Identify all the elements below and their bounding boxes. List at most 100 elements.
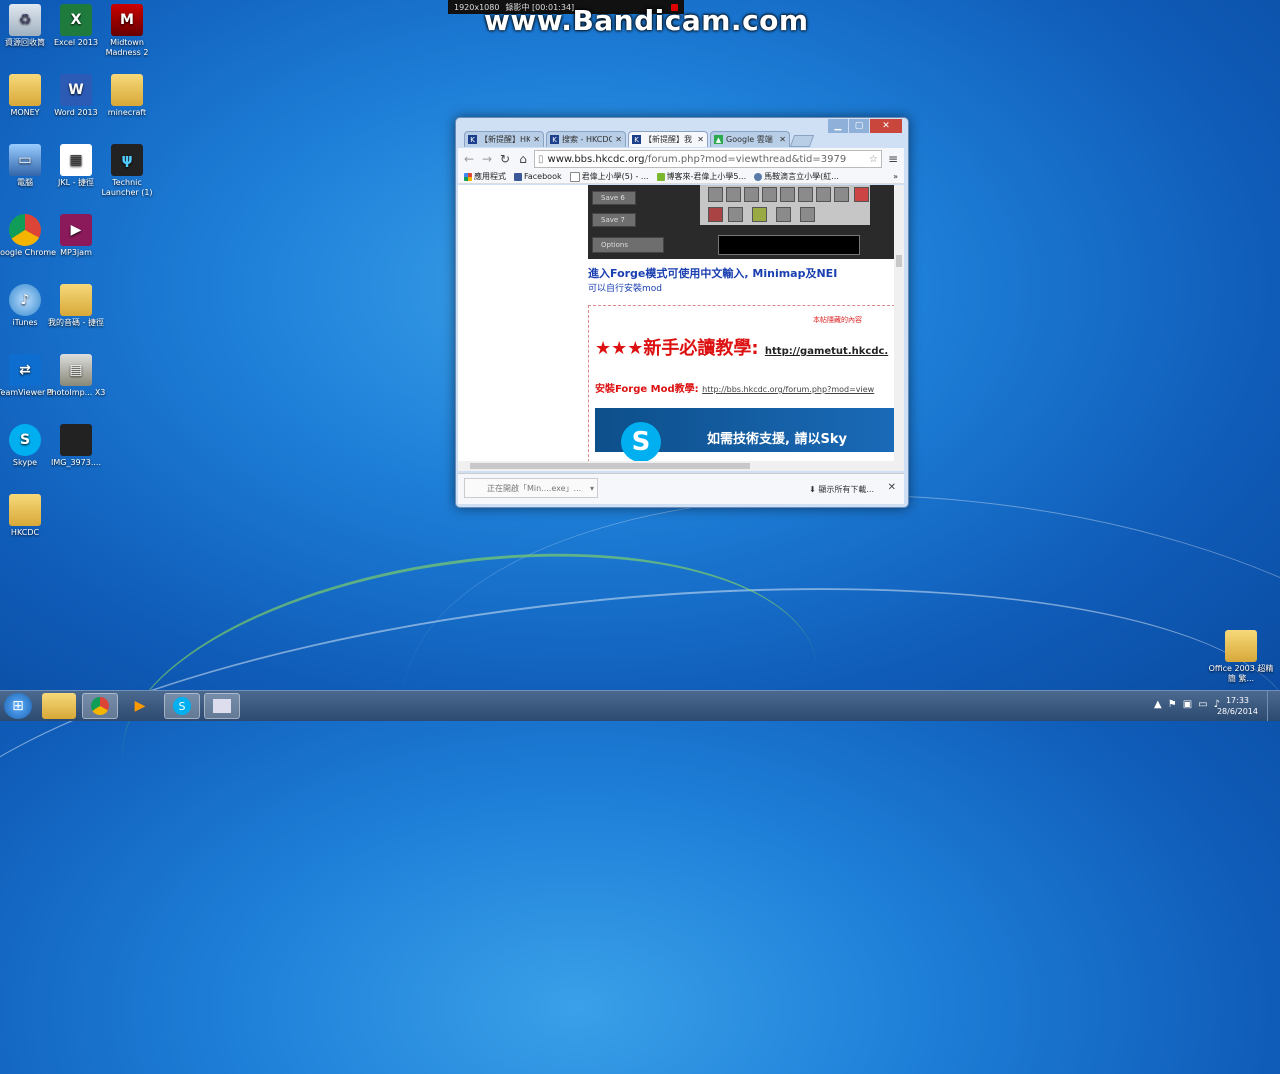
horizontal-scrollbar[interactable] (458, 461, 904, 471)
url-path: /forum.php?mod=viewthread&tid=3979 (644, 153, 847, 165)
mc-text-box (718, 235, 860, 255)
photoimpact-icon: ▤ (60, 354, 92, 386)
flag-icon[interactable]: ⚑ (1168, 699, 1177, 710)
desktop-icon[interactable]: Office 2003 超精簡 繁... (1208, 630, 1274, 684)
tab[interactable]: ▲ Google 雲端 ✕ (710, 131, 790, 147)
icon-label: IMG_3973.... (51, 458, 101, 467)
desktop-icon[interactable]: IMG_3973.... (43, 424, 109, 468)
icon-label: minecraft (107, 108, 147, 117)
icon-label: HKCDC (10, 528, 40, 537)
mc-options-button: Options (592, 237, 664, 253)
new-tab-button[interactable] (789, 135, 815, 147)
forward-arrow-icon[interactable]: → (480, 152, 494, 166)
reload-icon[interactable]: ↻ (498, 152, 512, 166)
bookmark-item[interactable]: 君偉上小學(5) - ... (569, 171, 649, 182)
close-icon[interactable]: ✕ (888, 482, 896, 493)
star-icon[interactable]: ☆ (869, 154, 878, 165)
bookmarks-bar: 應用程式 Facebook 君偉上小學(5) - ... 博客來-君偉上小學5.… (458, 170, 904, 184)
tab-close-icon[interactable]: ✕ (779, 135, 786, 144)
menu-icon[interactable]: ≡ (886, 152, 900, 166)
desktop-icon[interactable]: ▶ MP3jam (43, 214, 109, 258)
tab-label: 【新提醒】HK (480, 135, 531, 144)
mp3jam-icon: ▶ (60, 214, 92, 246)
technic-icon: ψ (111, 144, 143, 176)
shortcut-icon: ▦ (60, 144, 92, 176)
icon-label: MP3jam (60, 248, 92, 257)
tab[interactable]: K 搜索 - HKCDC ✕ (546, 131, 626, 147)
forge-link[interactable]: http://bbs.hkcdc.org/forum.php?mod=view (702, 385, 874, 394)
desktop-icon[interactable]: HKCDC (0, 494, 58, 538)
window-taskbar-button[interactable] (204, 693, 240, 719)
tab-label: 搜索 - HKCDC (562, 135, 613, 144)
desktop-icon[interactable]: M Midtown Madness 2 (94, 4, 160, 58)
bookmark-label: 博客來-君偉上小學5... (666, 172, 747, 181)
download-bar: 正在開啟「Min....exe」... ▾ ⬇ 顯示所有下載... ✕ (458, 473, 904, 504)
tab-label: Google 雲端 (726, 135, 773, 144)
address-bar[interactable]: ▯ www.bbs.hkcdc.org/forum.php?mod=viewth… (534, 150, 882, 168)
chrome-taskbar-button[interactable] (82, 693, 118, 719)
itunes-icon: ♪ (9, 284, 41, 316)
bookmark-apps[interactable]: 應用程式 (464, 171, 506, 182)
mc-inventory (700, 185, 870, 225)
folder-icon (9, 494, 41, 526)
network-icon[interactable]: ▣ (1183, 699, 1192, 710)
folder-icon (111, 74, 143, 106)
globe-icon (754, 172, 763, 181)
teamviewer-icon: ⇄ (9, 354, 41, 386)
close-icon (854, 187, 869, 202)
home-icon[interactable]: ⌂ (516, 152, 530, 166)
bookmarks-more-button[interactable]: » (893, 172, 898, 181)
tab-close-icon[interactable]: ✕ (533, 135, 540, 144)
tutorial-link[interactable]: http://gametut.hkcdc. (765, 346, 888, 357)
show-all-label: 顯示所有下載... (818, 485, 874, 494)
skype-icon: S (9, 424, 41, 456)
chevron-down-icon[interactable]: ▾ (590, 484, 594, 493)
scroll-thumb[interactable] (896, 255, 902, 267)
tab-label: 【新提醒】我 (644, 135, 692, 144)
skype-icon: S (173, 697, 191, 715)
media-player-taskbar-button[interactable]: ▶ (122, 693, 158, 719)
show-desktop-button[interactable] (1267, 691, 1280, 721)
vertical-scrollbar[interactable] (894, 185, 904, 461)
scroll-thumb[interactable] (470, 463, 750, 469)
maximize-button[interactable]: ▢ (849, 119, 869, 133)
tab-close-icon[interactable]: ✕ (697, 135, 704, 144)
tab-active[interactable]: K 【新提醒】我 ✕ (628, 131, 708, 147)
skype-taskbar-button[interactable]: S (164, 693, 200, 719)
start-button[interactable]: ⊞ (4, 693, 32, 719)
tab[interactable]: K 【新提醒】HK ✕ (464, 131, 544, 147)
page-content: Save 6 Save 7 Options 進入Forge模式可使用中文輸入, … (458, 185, 894, 461)
bookmark-facebook[interactable]: Facebook (514, 172, 562, 181)
desktop-icon[interactable]: 我的音碼 - 捷徑 (43, 284, 109, 328)
back-arrow-icon[interactable]: ← (462, 152, 476, 166)
desktop-icon[interactable]: ψ Technic Launcher (1) (94, 144, 160, 198)
browser-window[interactable]: ▁ ▢ ✕ K 【新提醒】HK ✕ K 搜索 - HKCDC ✕ K 【新提醒】我 ✕ ▲ G… (455, 117, 909, 508)
desktop-icon[interactable]: ▤ PhotoImp... X3 (43, 354, 109, 398)
icon-label: 我的音碼 - 捷徑 (48, 318, 104, 327)
minimize-button[interactable]: ▁ (828, 119, 848, 133)
tab-close-icon[interactable]: ✕ (615, 135, 622, 144)
bookmark-item[interactable]: 馬鞍滴言立小學(紅... (754, 171, 839, 182)
excel-icon: X (60, 4, 92, 36)
url-host: www.bbs.hkcdc.org (547, 153, 645, 165)
play-icon: ▶ (134, 698, 146, 714)
desktop-icon[interactable]: minecraft (94, 74, 160, 118)
minecraft-screenshot: Save 6 Save 7 Options (588, 185, 894, 259)
tutorial-heading: ★★★新手必讀教學: http://gametut.hkcdc. (595, 334, 888, 360)
browser-toolbar: ← → ↻ ⌂ ▯ www.bbs.hkcdc.org/forum.php?mo… (458, 148, 904, 170)
display-icon[interactable]: ▭ (1198, 699, 1207, 710)
tray-expand-icon[interactable]: ▲ (1154, 699, 1162, 710)
download-item[interactable]: 正在開啟「Min....exe」... ▾ (464, 478, 598, 498)
post-heading: 進入Forge模式可使用中文輸入, Minimap及NEI (588, 267, 838, 280)
clock-date: 28/6/2014 (1216, 707, 1258, 716)
chrome-icon (91, 697, 109, 715)
close-button[interactable]: ✕ (870, 119, 902, 133)
books-icon (656, 172, 665, 181)
bookmark-label: 君偉上小學(5) - ... (581, 172, 649, 181)
bookmark-item[interactable]: 博客來-君偉上小學5... (656, 171, 747, 182)
apps-icon (464, 172, 472, 181)
show-all-downloads-link[interactable]: ⬇ 顯示所有下載... (809, 484, 874, 495)
word-icon: W (60, 74, 92, 106)
explorer-taskbar-button[interactable] (42, 693, 76, 719)
clock[interactable]: 17:33 28/6/2014 (1217, 695, 1258, 717)
